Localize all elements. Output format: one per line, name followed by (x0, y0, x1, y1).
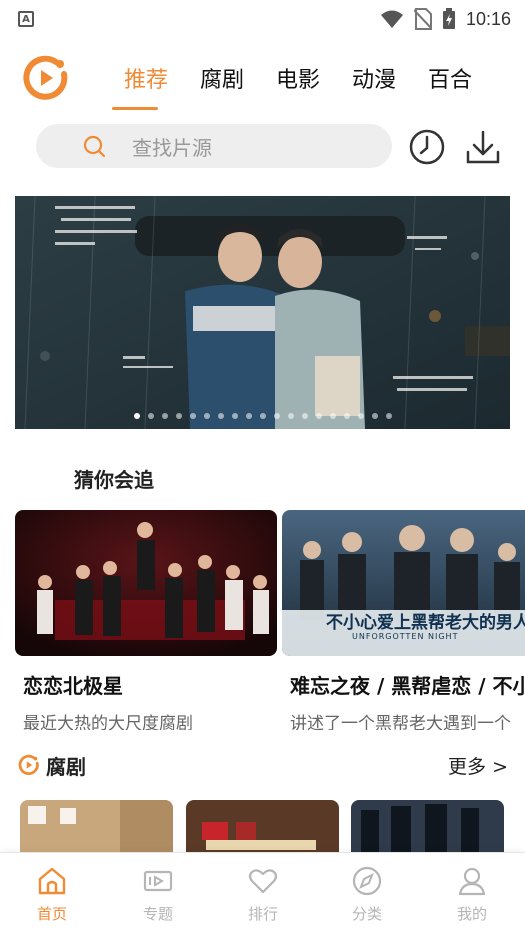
banner-dot[interactable] (147, 413, 154, 419)
banner-dot[interactable] (189, 413, 196, 419)
app-logo-icon[interactable] (22, 54, 70, 102)
banner-image (15, 196, 510, 429)
drama-card[interactable]: 恋恋北极星 最近大热的大尺度腐剧 (15, 510, 277, 730)
drama-poster (15, 510, 277, 656)
banner-dot[interactable] (357, 413, 364, 419)
hero-banner[interactable] (15, 196, 510, 429)
home-icon (38, 867, 66, 895)
section-title-bl: 腐剧 (46, 754, 86, 779)
drama-card-desc: 最近大热的大尺度腐剧 (23, 714, 193, 730)
user-icon (458, 867, 486, 896)
drama-card-title: 难忘之夜 / 黑帮虐恋 / 不小心爱上黑帮老大 (290, 674, 525, 698)
tab-recommend[interactable]: 推荐 (108, 62, 184, 110)
bl-drama-list (20, 800, 525, 852)
nav-label: 首页 (36, 905, 67, 923)
drama-thumb[interactable] (186, 800, 339, 852)
guess-cards: 恋恋北极星 最近大热的大尺度腐剧 不小心爱上黑帮老大的男人 UNFORGOTTE… (15, 510, 525, 730)
drama-card-desc: 讲述了一个黑帮老大遇到一个 (290, 714, 511, 730)
banner-dot[interactable] (231, 413, 238, 419)
banner-dot[interactable] (175, 413, 182, 419)
banner-dot[interactable] (315, 413, 322, 419)
heart-icon (248, 869, 278, 894)
nav-label: 专题 (142, 905, 173, 923)
banner-dot[interactable] (385, 413, 392, 419)
compass-icon (352, 866, 382, 896)
category-tabs: 推荐 腐剧 电影 动漫 百合 (108, 62, 488, 110)
banner-dot[interactable] (259, 413, 266, 419)
banner-dot[interactable] (217, 413, 224, 419)
status-time: 10:16 (465, 8, 511, 29)
banner-dot[interactable] (133, 413, 140, 419)
nav-category[interactable]: 分类 (332, 865, 402, 924)
banner-dot[interactable] (371, 413, 378, 419)
search-placeholder: 查找片源 (132, 135, 212, 160)
drama-thumb[interactable] (20, 800, 173, 852)
banner-dot[interactable] (203, 413, 210, 419)
poster-subtitle-text: UNFORGOTTEN NIGHT (352, 632, 459, 641)
drama-poster: 不小心爱上黑帮老大的男人 UNFORGOTTEN NIGHT (282, 510, 525, 656)
tab-bl-drama[interactable]: 腐剧 (184, 62, 260, 94)
section-head-bl: 腐剧 更多 > (18, 750, 508, 780)
more-link[interactable]: 更多 > (448, 752, 508, 779)
header: 推荐 腐剧 电影 动漫 百合 (0, 44, 525, 114)
wifi-icon (380, 10, 403, 28)
topic-icon (143, 870, 173, 892)
notification-icon: A (18, 11, 34, 27)
section-title-guess: 猜你会追 (74, 468, 154, 492)
tab-gl[interactable]: 百合 (412, 62, 488, 94)
status-bar: A 10:16 (0, 0, 525, 38)
banner-dot[interactable] (329, 413, 336, 419)
banner-dot[interactable] (287, 413, 294, 419)
drama-card[interactable]: 不小心爱上黑帮老大的男人 UNFORGOTTEN NIGHT 难忘之夜 / 黑帮… (282, 510, 525, 730)
tab-movie[interactable]: 电影 (260, 62, 336, 94)
nav-ranking[interactable]: 排行 (228, 865, 298, 924)
tab-anime[interactable]: 动漫 (336, 62, 412, 94)
nav-topic[interactable]: 专题 (123, 865, 193, 924)
nav-home[interactable]: 首页 (17, 865, 87, 924)
download-icon[interactable] (464, 128, 502, 166)
search-row: 查找片源 (0, 124, 525, 170)
poster-title-text: 不小心爱上黑帮老大的男人 (326, 613, 525, 633)
search-input[interactable]: 查找片源 (36, 124, 392, 168)
drama-card-title: 恋恋北极星 (23, 674, 123, 698)
bottom-nav: 首页 专题 排行 分类 我的 (0, 852, 525, 935)
drama-thumb[interactable] (351, 800, 504, 852)
banner-dot[interactable] (245, 413, 252, 419)
nav-label: 我的 (456, 905, 487, 923)
banner-pagination (15, 413, 510, 419)
banner-dot[interactable] (343, 413, 350, 419)
search-icon (83, 135, 106, 158)
banner-dot[interactable] (161, 413, 168, 419)
app-logo-icon (18, 754, 39, 775)
banner-dot[interactable] (301, 413, 308, 419)
nav-mine[interactable]: 我的 (437, 865, 507, 924)
no-sim-icon (413, 8, 432, 30)
history-icon[interactable] (408, 128, 446, 166)
nav-label: 分类 (351, 905, 382, 923)
battery-icon (442, 8, 455, 29)
nav-label: 排行 (247, 905, 278, 923)
banner-dot[interactable] (273, 413, 280, 419)
